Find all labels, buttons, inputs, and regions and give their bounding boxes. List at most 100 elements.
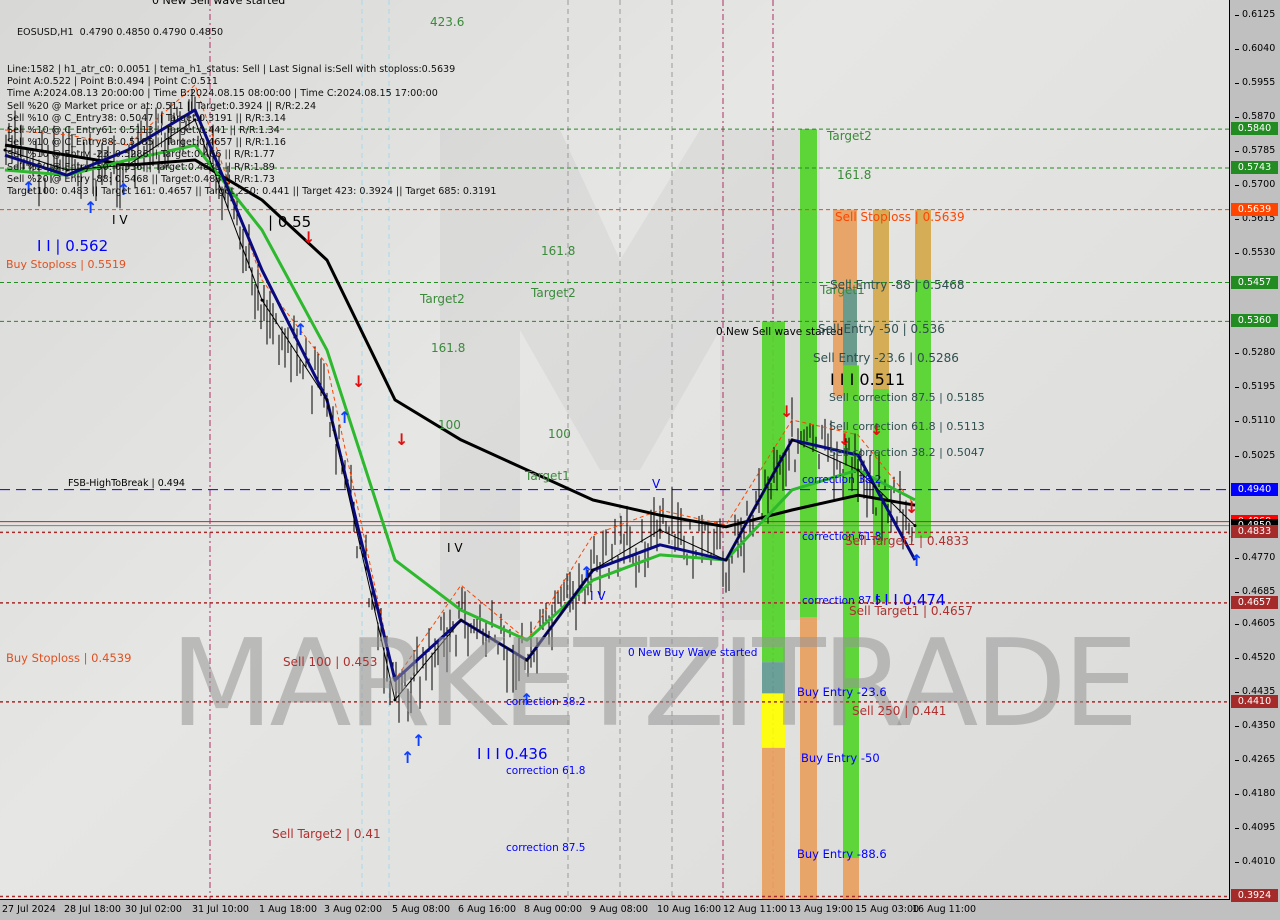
chart-annotation: I V [590,589,606,603]
price-point [913,524,917,528]
y-tick-label: 0.5025 [1234,449,1276,461]
chart-annotation: Sell 100 | 0.453 [283,655,378,669]
chart-annotation: Sell 250 | 0.441 [852,704,947,718]
price-level-label: 0.4833 [1231,525,1278,539]
info-line: Point A:0.522 | Point B:0.494 | Point C:… [7,76,219,88]
price-level-label: 0.4940 [1231,482,1278,496]
chart-annotation: Sell Entry -88 | 0.5468 [830,278,965,292]
price-level-label: 0.5639 [1231,202,1278,216]
chart-annotation: Target2 [420,292,465,306]
x-tick-label: 10 Aug 16:00 [657,904,722,915]
chart-annotation: 100 [548,427,571,441]
price-point [790,438,794,442]
chart-annotation: Sell Target1 | 0.4657 [849,604,973,618]
signal-zone-bar [762,321,785,663]
sell-arrow-icon: ↓ [905,498,919,517]
y-tick-label: 0.4010 [1234,856,1276,868]
x-tick-label: 5 Aug 08:00 [392,904,451,915]
symbol-ohlc: EOSUSD,H1 0.4790 0.4850 0.4790 0.4850 [17,27,224,39]
x-tick-label: 13 Aug 19:00 [789,904,854,915]
info-line: Target100: 0.483 || Target 161: 0.4657 |… [7,186,497,198]
x-tick-label: 3 Aug 02:00 [324,904,383,915]
chart-annotation: Sell Target2 | 0.41 [272,827,381,841]
price-point [260,298,264,302]
price-level-label: 0.5360 [1231,314,1278,328]
info-line: Sell %10 @ C_Entry38: 0.5047 || Target:0… [7,112,286,124]
x-tick-label: 30 Jul 02:00 [125,904,182,915]
info-line: Line:1582 | h1_atr_c0: 0.0051 | tema_h1_… [7,64,456,76]
y-tick-label: 0.4770 [1234,551,1276,563]
chart-annotation: 100 [438,418,461,432]
price-level-label: 0.3924 [1231,889,1278,903]
buy-arrow-icon: ↑ [294,320,308,339]
chart-annotation: correction 38.2 [802,474,882,486]
chart-annotation: Buy Stoploss | 0.5519 [6,258,126,271]
chart-annotation: FSB-HighToBreak | 0.494 [68,478,185,489]
x-tick-label: 6 Aug 16:00 [458,904,517,915]
y-tick-label: 0.6040 [1234,43,1276,55]
x-tick-label: 31 Jul 10:00 [192,904,249,915]
chart-annotation: Sell Entry -50 | 0.536 [818,322,945,336]
chart-annotation: Sell correction 38.2 | 0.5047 [829,446,985,459]
y-tick-label: 0.4520 [1234,651,1276,663]
chart-plot-area[interactable]: MARKETZITRADE EOSUSD,H1 0.4790 0.4850 0.… [0,0,1230,900]
sell-arrow-icon: ↓ [395,430,409,449]
y-tick-label: 0.5870 [1234,111,1276,123]
price-level-label: 0.4657 [1231,595,1278,609]
x-tick-label: 16 Aug 11:00 [912,904,977,915]
y-tick-label: 0.5955 [1234,77,1276,89]
price-axis[interactable]: 0.6125 0.6040 0.5955 0.5870 0.5785 0.5700 0.56… [1230,0,1280,903]
watermark: MARKETZITRADE [170,615,1139,754]
chart-annotation: I I | 0.562 [37,237,109,255]
chart-annotation: Sell Entry -23.6 | 0.5286 [813,351,959,365]
buy-arrow-icon: ↑ [412,731,426,750]
chart-annotation: Sell correction 87.5 | 0.5185 [829,391,985,404]
price-level-label: 0.4410 [1231,694,1278,708]
x-tick-label: 28 Jul 18:00 [64,904,121,915]
signal-zone-bar [800,129,817,618]
price-level-label: 0.5840 [1231,122,1278,136]
chart-annotation: Buy Stoploss | 0.4539 [6,651,132,665]
indicator-info-panel: EOSUSD,H1 0.4790 0.4850 0.4790 0.4850 Li… [7,3,496,223]
y-tick-label: 0.4605 [1234,617,1276,629]
info-line: Sell %10 @ Entry -23: 0.5286 || Target:0… [7,149,275,161]
chart-annotation: 161.8 [431,341,466,355]
buy-arrow-icon: ↑ [910,551,924,570]
info-line: Time A:2024.08.13 20:00:00 | Time B:2024… [7,88,438,100]
y-tick-label: 0.4350 [1234,719,1276,731]
info-line: Sell %20 @ Entry -88: 0.5468 || Target:0… [7,173,275,185]
sell-arrow-icon: ↓ [352,372,366,391]
chart-annotation: Target2 [827,129,872,143]
chart-annotation: correction 61.8 [506,765,586,777]
y-tick-label: 0.5280 [1234,347,1276,359]
x-tick-label: 1 Aug 18:00 [259,904,318,915]
x-tick-label: 15 Aug 03:00 [855,904,920,915]
y-tick-label: 0.4265 [1234,753,1276,765]
signal-zone-bar [843,858,859,899]
buy-arrow-icon: ↑ [401,748,415,767]
info-line: Sell %10 @ C_Entry61: 0.5113 || Target:0… [7,125,280,137]
sell-arrow-icon: ↓ [780,402,794,421]
time-axis[interactable]: 27 Jul 2024 28 Jul 18:00 30 Jul 02:00 31 Ju… [0,900,1230,920]
y-tick-label: 0.5530 [1234,247,1276,259]
chart-annotation: Buy Entry -23.6 [797,685,887,699]
info-line: Sell %20 @ Market price or at: 0.511 || … [7,100,317,112]
y-tick-label: 0.5195 [1234,381,1276,393]
chart-annotation: Buy Entry -88.6 [797,847,887,861]
y-tick-label: 0.4180 [1234,787,1276,799]
chart-annotation: V [652,477,661,491]
chart-annotation: Sell Target1 | 0.4833 [845,534,969,548]
x-tick-label: 27 Jul 2024 [2,904,56,915]
chart-annotation: Buy Entry -50 [801,751,880,765]
price-point [325,398,329,402]
chart-annotation: I I I 0.511 [830,370,906,389]
chart-annotation: Sell Stoploss | 0.5639 [835,210,965,224]
info-line: Sell %20 @ Entry -50: 0.536 || Target:0.… [7,161,275,173]
y-tick-label: 0.5110 [1234,415,1276,427]
chart-annotation: correction 87.5 [506,842,586,854]
chart-annotation: correction 38.2 [506,696,586,708]
price-level-label: 0.5457 [1231,275,1278,289]
x-tick-label: 9 Aug 08:00 [590,904,649,915]
buy-arrow-icon: ↑ [580,563,594,582]
y-tick-label: 0.6125 [1234,9,1276,20]
